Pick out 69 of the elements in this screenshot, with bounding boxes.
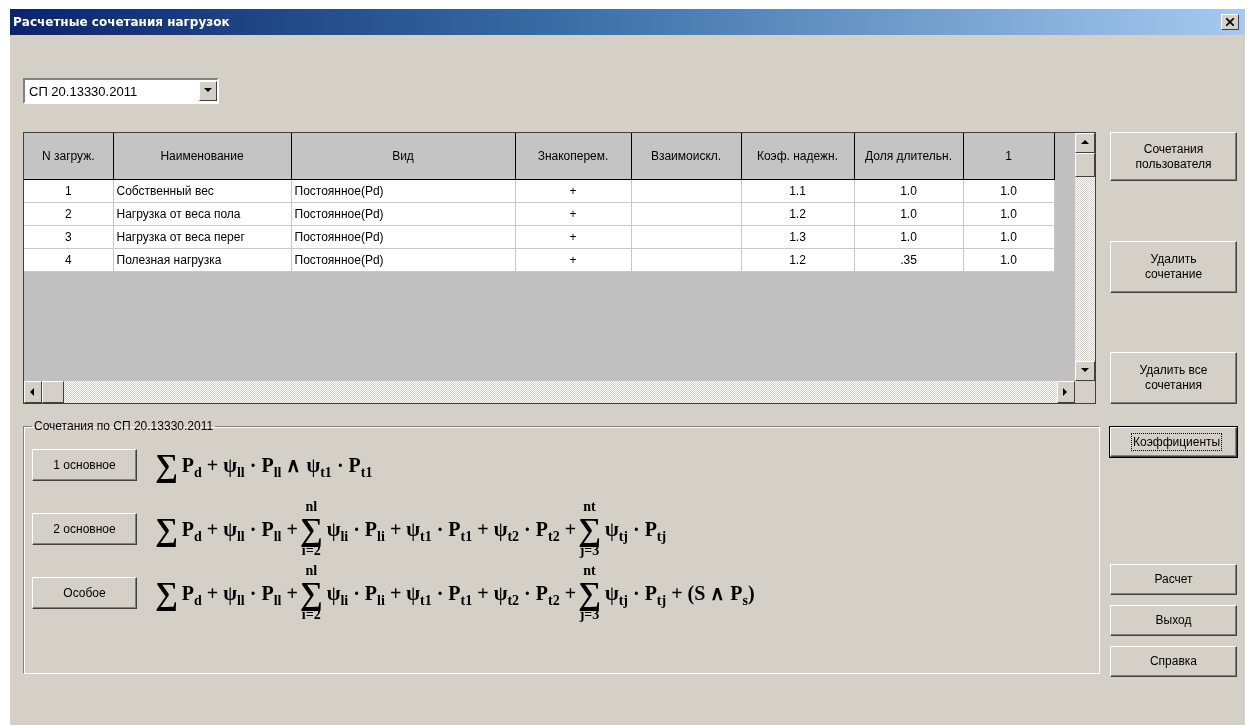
table-cell: 1.0	[963, 202, 1054, 226]
sum-upper-limit: nt	[583, 500, 596, 514]
combination-button[interactable]: 2 основное	[32, 513, 137, 545]
side-button[interactable]: Расчет	[1110, 564, 1237, 595]
column-header[interactable]: Вид	[291, 133, 515, 180]
side-button[interactable]: Справка	[1110, 646, 1237, 677]
side-button[interactable]: Удалить все сочетания	[1110, 352, 1237, 404]
formula-term: P$_{d}$ + ψ$_{ll}$ · P$_{ll}$ +	[180, 517, 299, 541]
formula-term: P$_{d}$ + ψ$_{ll}$ · P$_{ll}$ +	[180, 581, 299, 605]
table-cell: .35	[854, 248, 963, 272]
table-cell: 4	[24, 248, 113, 272]
horizontal-scrollbar[interactable]	[24, 381, 1075, 403]
sum-upper-limit: nl	[305, 564, 318, 578]
table-cell: 1.2	[741, 202, 854, 226]
table-cell: Полезная нагрузка	[113, 248, 291, 272]
table-cell: 1.0	[854, 179, 963, 203]
table-cell: 1.0	[963, 225, 1054, 249]
formula-term: ψ$_{li}$ · P$_{li}$ + ψ$_{t1}$ · P$_{t1}$ + ψ$_{t2}$ · P$_{t2}$ +	[325, 517, 578, 541]
combination-button[interactable]: Особое	[32, 577, 137, 609]
table-cell: 1.0	[854, 225, 963, 249]
table-cell: 3	[24, 225, 113, 249]
table-cell: Постоянное(Pd)	[291, 179, 515, 203]
table-cell: Нагрузка от веса пола	[113, 202, 291, 226]
vertical-scrollbar[interactable]	[1075, 133, 1095, 403]
side-button[interactable]: Удалить сочетание	[1110, 240, 1237, 293]
side-button[interactable]: Выход	[1110, 605, 1237, 636]
table-cell: Нагрузка от веса перег	[113, 225, 291, 249]
table-cell: 1.3	[741, 225, 854, 249]
table-cell: +	[515, 225, 631, 249]
table-cell: 1.0	[963, 248, 1054, 272]
table-cell: 1	[24, 179, 113, 203]
group-legend: Сочетания по СП 20.13330.2011	[32, 419, 216, 433]
column-header[interactable]: Наименование	[113, 133, 291, 180]
column-header[interactable]: N загруж.	[24, 133, 113, 180]
scroll-right-button[interactable]	[1057, 381, 1075, 403]
column-header[interactable]: 1	[963, 133, 1054, 180]
formula-term: P$_{d}$ + ψ$_{ll}$ · P$_{ll}$ ∧ ψ$_{t1}$ · P$_{t1}$	[180, 453, 374, 477]
sum-upper-limit: nl	[305, 500, 318, 514]
combination-button[interactable]: 1 основное	[32, 449, 137, 481]
table-cell: 1.1	[741, 179, 854, 203]
norm-dropdown[interactable]: СП 20.13330.2011	[23, 78, 219, 104]
table-cell: Постоянное(Pd)	[291, 202, 515, 226]
column-header[interactable]: Коэф. надежн.	[741, 133, 854, 180]
scrollbar-corner	[1075, 381, 1095, 403]
side-button[interactable]: Сочетания пользователя	[1110, 132, 1237, 181]
close-icon	[1226, 18, 1234, 26]
scroll-left-button[interactable]	[24, 381, 42, 403]
table-cell: +	[515, 248, 631, 272]
table-cell: Постоянное(Pd)	[291, 225, 515, 249]
window-title: Расчетные сочетания нагрузок	[13, 15, 230, 29]
coefficients-button[interactable]: Коэффициенты	[1110, 427, 1237, 457]
scroll-thumb[interactable]	[1075, 153, 1095, 177]
scroll-thumb[interactable]	[42, 381, 64, 403]
column-header[interactable]: Взаимоискл.	[631, 133, 741, 180]
column-header[interactable]: Доля длительн.	[854, 133, 963, 180]
scroll-down-button[interactable]	[1075, 361, 1095, 381]
table-cell: 1.0	[854, 202, 963, 226]
scroll-up-button[interactable]	[1075, 133, 1095, 153]
table-cell: 1.0	[963, 179, 1054, 203]
table-cell: 2	[24, 202, 113, 226]
table-cell: 1.2	[741, 248, 854, 272]
sum-upper-limit: nt	[583, 564, 596, 578]
formula-term: ψ$_{li}$ · P$_{li}$ + ψ$_{t1}$ · P$_{t1}$ + ψ$_{t2}$ · P$_{t2}$ +	[325, 581, 578, 605]
column-header[interactable]: Знакоперем.	[515, 133, 631, 180]
table-cell: Собственный вес	[113, 179, 291, 203]
table-cell: Постоянное(Pd)	[291, 248, 515, 272]
table-cell: +	[515, 202, 631, 226]
close-button[interactable]	[1221, 14, 1239, 30]
table-cell: +	[515, 179, 631, 203]
